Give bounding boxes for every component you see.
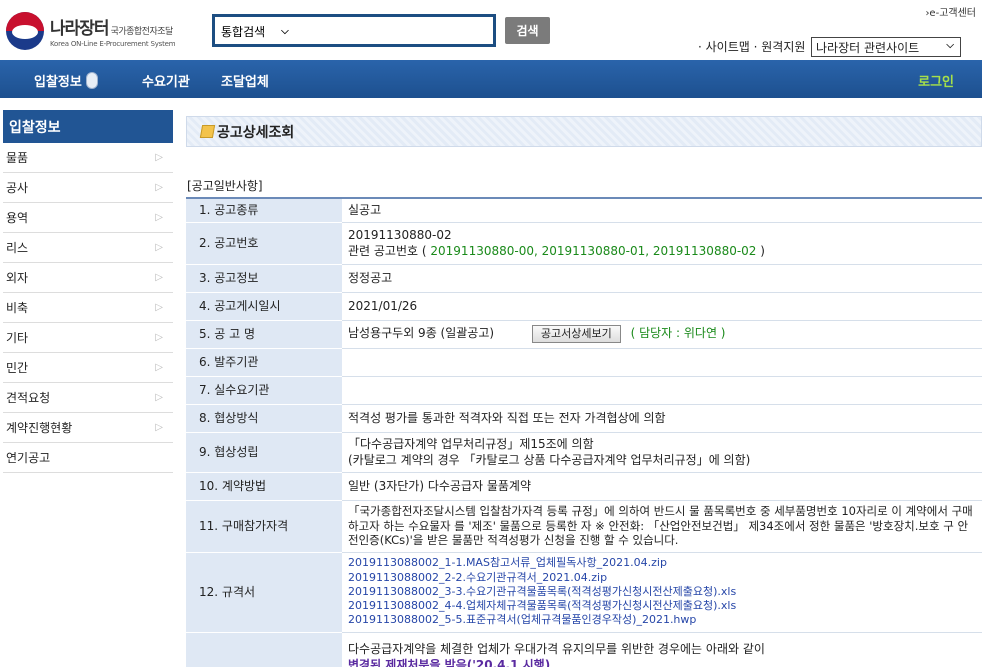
customer-center-link[interactable]: ›e-고객센터 (925, 4, 976, 19)
spec-file-link[interactable]: 2019113088002_5-5.표준규격서(업체규격물품인경우작성)_202… (348, 613, 976, 627)
table-row: 4. 공고게시일시 2021/01/26 (186, 292, 982, 321)
sidebar-item-goods[interactable]: 물품 ▷ (3, 143, 173, 173)
sidebar-item-contract-status[interactable]: 계약진행현황 ▷ (3, 413, 173, 443)
sidebar-item-private[interactable]: 민간 ▷ (3, 353, 173, 383)
row-label: 5. 공 고 명 (186, 320, 342, 349)
page-title: 공고상세조회 (186, 116, 982, 147)
table-row: 8. 협상방식 적격성 평가를 통과한 적격자와 직접 또는 전자 가격협상에 … (186, 404, 982, 433)
sidebar-item-quote-request[interactable]: 견적요청 ▷ (3, 383, 173, 413)
nav-item-supplier[interactable]: 조달업체 (221, 71, 269, 90)
table-row: 2. 공고번호 20191130880-02 관련 공고번호 ( 2019113… (186, 222, 982, 265)
row-value: 적격성 평가를 통과한 적격자와 직접 또는 전자 가격협상에 의함 (342, 404, 982, 433)
row-label: 4. 공고게시일시 (186, 292, 342, 321)
row-label: 12. 규격서 (186, 552, 342, 633)
header: 나라장터 국가종합전자조달 Korea ON-Line E-Procurement… (0, 0, 982, 60)
pencil-icon (199, 125, 216, 138)
row-label: 9. 협상성립 (186, 432, 342, 473)
row-label: 10. 계약방법 (186, 472, 342, 501)
chevron-right-icon: ▷ (155, 362, 163, 373)
related-notice-link[interactable]: 20191130880-02 (653, 244, 757, 258)
row-label (186, 632, 342, 667)
table-row: 다수공급자계약을 체결한 업체가 우대가격 유지의무를 위반한 경우에는 아래와… (186, 632, 982, 667)
sidebar-item-lease[interactable]: 리스 ▷ (3, 233, 173, 263)
nav-item-demand-agency[interactable]: 수요기관 (142, 71, 190, 90)
top-nav: 입찰정보 수요기관 조달업체 로그인 (0, 60, 982, 98)
sidebar-item-postponed[interactable]: 연기공고 (3, 443, 173, 473)
table-row: 7. 실수요기관 (186, 376, 982, 405)
row-value: 실공고 (342, 198, 982, 223)
logo-title: 나라장터 국가종합전자조달 (50, 19, 174, 39)
login-link[interactable]: 로그인 (918, 71, 954, 90)
spec-file-link[interactable]: 2019113088002_1-1.MAS참고서류_업체필독사항_2021.04… (348, 556, 976, 570)
util-links[interactable]: · 사이트맵 · 원격지원 (698, 38, 805, 55)
taegeuk-logo-icon (6, 12, 44, 50)
related-notice-link[interactable]: 20191130880-01, (542, 244, 649, 258)
related-site-select[interactable]: 나라장터 관련사이트 ⌵ (811, 37, 961, 57)
row-value: 다수공급자계약을 체결한 업체가 우대가격 유지의무를 위반한 경우에는 아래와… (348, 641, 765, 656)
row-value-extra: 변경된 제재처분을 받음('20.4.1 시행) (348, 657, 551, 667)
chevron-right-icon: ▷ (155, 272, 163, 283)
row-label: 3. 공고정보 (186, 264, 342, 293)
row-value: 일반 (3자단가) 다수공급자 물품계약 (342, 472, 982, 501)
row-value: 2021/01/26 (342, 292, 982, 321)
spec-file-link[interactable]: 2019113088002_2-2.수요기관규격서_2021.04.zip (348, 571, 976, 585)
section-title: [공고일반사항] (187, 179, 263, 193)
sidebar-item-service[interactable]: 용역 ▷ (3, 203, 173, 233)
sidebar-item-stockpile[interactable]: 비축 ▷ (3, 293, 173, 323)
table-row: 12. 규격서 2019113088002_1-1.MAS참고서류_업체필독사항… (186, 552, 982, 633)
chevron-right-icon: ▷ (155, 212, 163, 223)
notice-name: 남성용구두외 9종 (일괄공고) (348, 325, 495, 340)
table-row: 10. 계약방법 일반 (3자단가) 다수공급자 물품계약 (186, 472, 982, 501)
chevron-right-icon: ▷ (155, 392, 163, 403)
chevron-right-icon: ▷ (155, 182, 163, 193)
sidebar-title: 입찰정보 (3, 110, 173, 143)
table-row: 1. 공고종류 실공고 (186, 198, 982, 223)
mouse-icon (85, 72, 98, 89)
table-row: 9. 협상성립 「다수공급자계약 업무처리규정」제15조에 의함 (카탈로그 계… (186, 432, 982, 473)
notice-number: 20191130880-02 (348, 227, 452, 242)
chevron-right-icon: ▷ (155, 422, 163, 433)
row-value (342, 348, 982, 377)
related-notice-numbers: 관련 공고번호 ( 20191130880-00, 20191130880-01… (348, 244, 765, 258)
row-value-extra: (카탈로그 계약의 경우 「카탈로그 상품 다수공급자계약 업무처리규정」에 의… (348, 453, 751, 467)
contact-person: ( 담당자 : 위다연 ) (630, 325, 726, 340)
table-row: 6. 발주기관 (186, 348, 982, 377)
sidebar-item-construction[interactable]: 공사 ▷ (3, 173, 173, 203)
notice-info-table: 1. 공고종류 실공고 2. 공고번호 20191130880-02 관련 공고… (186, 197, 982, 667)
table-row: 5. 공 고 명 남성용구두외 9종 (일괄공고) 공고서상세보기 ( 담당자 … (186, 320, 982, 349)
sidebar: 입찰정보 물품 ▷ 공사 ▷ 용역 ▷ 리스 ▷ 외자 ▷ 비축 ▷ 기타 ▷ 민간 ▷ 견적요… (3, 110, 173, 473)
row-label: 6. 발주기관 (186, 348, 342, 377)
row-label: 7. 실수요기관 (186, 376, 342, 405)
row-value: 정정공고 (342, 264, 982, 293)
sidebar-item-foreign[interactable]: 외자 ▷ (3, 263, 173, 293)
table-row: 11. 구매참가자격 「국가종합전자조달시스템 입찰참가자격 등록 규정」에 의… (186, 500, 982, 553)
logo[interactable]: 나라장터 국가종합전자조달 Korea ON-Line E-Procurement… (6, 12, 176, 50)
logo-subtitle: Korea ON-Line E-Procurement System (50, 40, 176, 48)
related-notice-link[interactable]: 20191130880-00, (430, 244, 537, 258)
table-row: 3. 공고정보 정정공고 (186, 264, 982, 293)
chevron-right-icon: ▷ (155, 242, 163, 253)
row-label: 11. 구매참가자격 (186, 500, 342, 553)
notice-detail-button[interactable]: 공고서상세보기 (531, 324, 621, 344)
chevron-right-icon: ▷ (155, 152, 163, 163)
main-content: 공고상세조회 [공고일반사항] 1. 공고종류 실공고 2. 공고번호 2019… (186, 116, 982, 667)
chevron-right-icon: ▷ (155, 302, 163, 313)
search-type-select[interactable]: 통합검색 ⌵ (221, 23, 289, 40)
sidebar-item-other[interactable]: 기타 ▷ (3, 323, 173, 353)
search-input[interactable]: 통합검색 ⌵ (212, 14, 496, 47)
nav-item-bid-info[interactable]: 입찰정보 (34, 71, 98, 90)
chevron-down-icon: ⌵ (946, 40, 954, 51)
row-label: 8. 협상방식 (186, 404, 342, 433)
row-value: 「국가종합전자조달시스템 입찰참가자격 등록 규정」에 의하여 반드시 물 품목… (342, 500, 982, 553)
chevron-right-icon: ▷ (155, 332, 163, 343)
row-value: 「다수공급자계약 업무처리규정」제15조에 의함 (348, 436, 594, 451)
row-value (342, 376, 982, 405)
row-label: 1. 공고종류 (186, 198, 342, 223)
chevron-down-icon: ⌵ (281, 26, 289, 37)
search-button[interactable]: 검색 (505, 17, 550, 44)
row-label: 2. 공고번호 (186, 222, 342, 265)
spec-file-link[interactable]: 2019113088002_4-4.업체자체규격물품목록(적격성평가신청시전산제… (348, 599, 976, 613)
spec-file-link[interactable]: 2019113088002_3-3.수요기관규격물품목록(적격성평가신청시전산제… (348, 585, 976, 599)
logo-title-small: 국가종합전자조달 (110, 27, 174, 37)
